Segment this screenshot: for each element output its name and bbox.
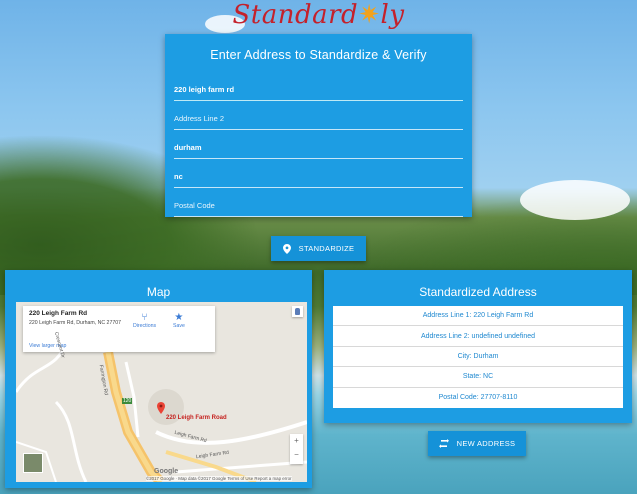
save-link[interactable]: ★ Save <box>173 312 185 329</box>
standardize-label: STANDARDIZE <box>298 244 355 253</box>
address-form-card: Enter Address to Standardize & Verify <box>165 34 472 217</box>
street-view-pegman-icon[interactable] <box>292 306 303 317</box>
map-title: Map <box>146 285 171 299</box>
route-shield: 120 <box>122 398 133 404</box>
standardized-title: Standardized Address <box>419 285 537 299</box>
map-view[interactable]: 220 Leigh Farm Rd 220 Leigh Farm Rd, Dur… <box>16 302 307 482</box>
save-label: Save <box>173 323 185 329</box>
star-icon: ★ <box>174 312 184 323</box>
state-field <box>174 159 463 188</box>
address-line-1-field <box>174 72 463 101</box>
swap-icon <box>438 439 449 448</box>
directions-link[interactable]: ⑂ Directions <box>133 312 156 329</box>
zoom-in-button[interactable]: + <box>290 434 303 448</box>
map-pin-label: 220 Leigh Farm Road <box>166 415 227 421</box>
logo-text-a: Standard <box>232 0 359 30</box>
google-logo: Google <box>154 468 179 475</box>
map-footer: ©2017 Google · Map data ©2017 Google Ter… <box>146 476 292 481</box>
location-pin-icon <box>282 243 291 254</box>
sun-icon: ✷ <box>358 0 381 30</box>
standardized-row: State: NC <box>333 367 623 388</box>
standardized-row: Address Line 2: undefined undefined <box>333 326 623 347</box>
address-line-2-field <box>174 101 463 130</box>
background-cloud <box>520 180 630 220</box>
new-address-label: NEW ADDRESS <box>456 439 516 448</box>
city-input[interactable] <box>174 136 463 152</box>
logo[interactable]: Standard✷ly <box>0 0 637 30</box>
map-zoom-control[interactable]: + − <box>290 434 303 464</box>
map-card: Map 220 Leigh Farm Rd 220 Leigh Farm Rd,… <box>5 270 312 488</box>
new-address-button[interactable]: NEW ADDRESS <box>428 431 526 456</box>
satellite-toggle[interactable] <box>23 453 43 473</box>
standardized-list: Address Line 1: 220 Leigh Farm Rd Addres… <box>333 306 623 408</box>
city-field <box>174 130 463 159</box>
postal-code-field <box>174 188 463 217</box>
map-info-window: 220 Leigh Farm Rd 220 Leigh Farm Rd, Dur… <box>23 306 215 352</box>
directions-label: Directions <box>133 323 157 329</box>
logo-text-b: ly <box>380 0 405 30</box>
zoom-out-button[interactable]: − <box>290 448 303 462</box>
directions-icon: ⑂ <box>141 312 148 323</box>
state-input[interactable] <box>174 165 463 181</box>
place-address: 220 Leigh Farm Rd, Durham, NC 27707 <box>29 320 121 326</box>
address-line-2-input[interactable] <box>174 107 463 123</box>
standardized-row: Address Line 1: 220 Leigh Farm Rd <box>333 306 623 327</box>
address-line-1-input[interactable] <box>174 78 463 94</box>
map-marker-icon[interactable] <box>157 402 165 414</box>
postal-code-input[interactable] <box>174 194 463 210</box>
standardized-row: Postal Code: 27707-8110 <box>438 394 518 402</box>
address-form-title: Enter Address to Standardize & Verify <box>210 48 427 62</box>
standardized-address-card: Standardized Address Address Line 1: 220… <box>324 270 632 423</box>
standardize-button[interactable]: STANDARDIZE <box>271 236 366 261</box>
standardized-row: City: Durham <box>333 347 623 368</box>
